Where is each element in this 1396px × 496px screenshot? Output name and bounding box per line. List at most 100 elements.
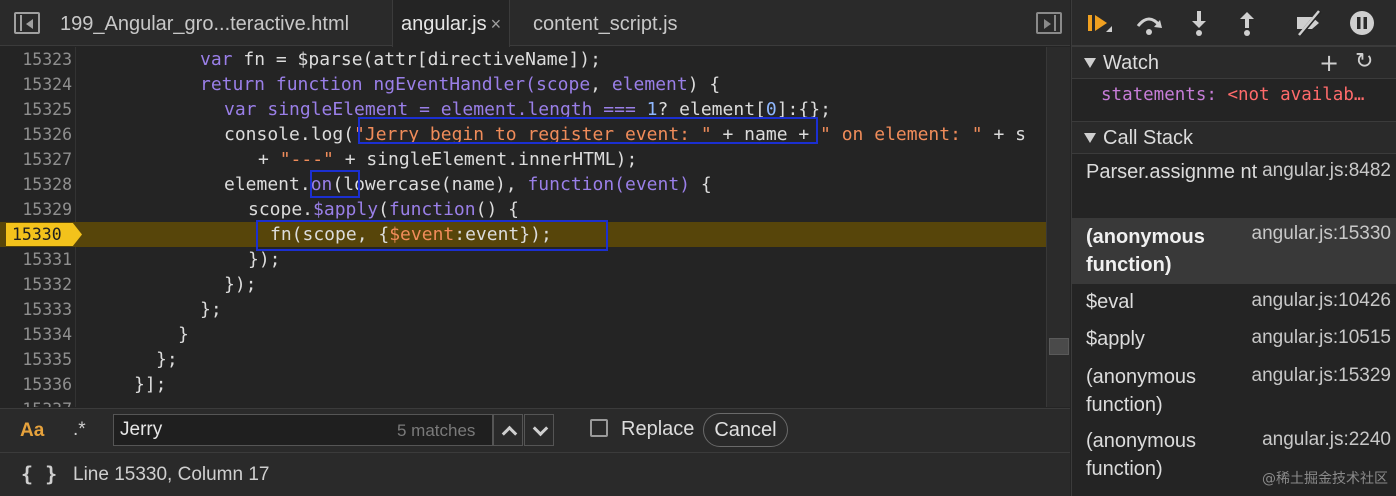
line-number[interactable]: 15329	[0, 197, 72, 222]
tab-content-script[interactable]: content_script.js	[533, 0, 678, 46]
keyword: return	[200, 74, 266, 95]
frame-location[interactable]: angular.js:15330	[1252, 223, 1391, 245]
frame-location[interactable]: angular.js:10515	[1252, 327, 1391, 349]
code-text: scope.	[248, 199, 314, 220]
frame-function: $eval	[1086, 291, 1134, 313]
frame-location[interactable]: angular.js:10426	[1252, 290, 1391, 312]
line-number[interactable]: 15327	[0, 147, 72, 172]
code-text: + s	[982, 124, 1026, 145]
code-text: });	[224, 274, 257, 295]
frame-function: (anonymous function)	[1086, 226, 1205, 276]
step-out-icon[interactable]	[1232, 8, 1262, 38]
pretty-print-icon[interactable]: { }	[21, 462, 57, 486]
step-into-icon[interactable]	[1184, 8, 1214, 38]
next-match-button[interactable]	[524, 414, 554, 446]
code-line: 15328 element.on(lowercase(name), functi…	[0, 172, 1046, 197]
code-line: 15333 };	[0, 297, 1046, 322]
close-icon[interactable]: ×	[491, 14, 502, 34]
expand-triangle-icon	[1084, 58, 1096, 68]
callstack-title: Call Stack	[1103, 127, 1194, 149]
line-number[interactable]: 15328	[0, 172, 72, 197]
annotation-box-jerry	[358, 117, 818, 144]
annotation-box-fn-call	[256, 220, 608, 251]
frame-location[interactable]: angular.js:2240	[1262, 429, 1391, 451]
frame-function: $apply	[1086, 328, 1145, 350]
toggle-debugger-icon[interactable]	[1036, 12, 1062, 34]
frame-function: Parser.assignme nt	[1086, 161, 1258, 183]
add-watch-icon[interactable]: +	[1319, 50, 1339, 76]
search-bar: Aa .* Jerry 5 matches Replace Cancel	[0, 408, 1070, 452]
callstack-frame[interactable]: Parser.assignme nt angular.js:8482	[1072, 155, 1396, 217]
watch-expression-value: <not availab…	[1227, 85, 1365, 105]
previous-match-button[interactable]	[493, 414, 523, 446]
replace-checkbox[interactable]	[590, 419, 608, 437]
keyword: var	[200, 49, 233, 70]
code-text: }];	[134, 374, 167, 395]
regex-toggle[interactable]: .*	[73, 419, 86, 441]
code-line: 15336 }];	[0, 372, 1046, 397]
line-number[interactable]: 15326	[0, 122, 72, 147]
line-number[interactable]: 15336	[0, 372, 72, 397]
code-text: };	[156, 349, 178, 370]
line-number[interactable]: 15335	[0, 347, 72, 372]
watch-title: Watch	[1103, 52, 1159, 74]
code-line: 15324 return function ngEventHandler(sco…	[0, 72, 1046, 97]
line-number[interactable]: 15333	[0, 297, 72, 322]
code-text: ) {	[687, 74, 721, 95]
pause-on-exceptions-icon[interactable]	[1347, 8, 1377, 38]
annotation-box-on	[310, 170, 360, 198]
tab-bar: 199_Angular_gro...teractive.html angular…	[0, 0, 1070, 47]
line-number[interactable]: 15332	[0, 272, 72, 297]
refresh-icon[interactable]: ↻	[1355, 49, 1373, 75]
line-number[interactable]: 15334	[0, 322, 72, 347]
keyword: function	[388, 199, 476, 220]
toggle-navigator-icon[interactable]	[14, 12, 40, 34]
line-number[interactable]: 15323	[0, 47, 72, 72]
vertical-scrollbar[interactable]	[1046, 47, 1070, 407]
code-text: {	[690, 174, 712, 195]
code-editor[interactable]: 15323 var fn = $parse(attr[directiveName…	[0, 47, 1070, 407]
deactivate-breakpoints-icon[interactable]	[1294, 8, 1324, 38]
frame-function: (anonymous function)	[1086, 430, 1197, 480]
breakpoint-marker[interactable]: 15330	[6, 223, 82, 246]
tab-label: 199_Angular_gro...teractive.html	[60, 13, 350, 35]
frame-location[interactable]: angular.js:8482	[1262, 160, 1391, 182]
step-over-icon[interactable]	[1134, 8, 1164, 38]
code-line: 15337	[0, 397, 1046, 407]
code-line: 15335 };	[0, 347, 1046, 372]
callstack-frame-selected[interactable]: (anonymous function) angular.js:15330	[1072, 218, 1396, 284]
code-text: +	[258, 149, 280, 170]
param: (event)	[614, 174, 691, 195]
cursor-position: Line 15330, Column 17	[73, 464, 270, 485]
code-text: (	[378, 199, 389, 220]
resume-icon[interactable]	[1084, 8, 1114, 38]
line-number[interactable]: 15324	[0, 72, 72, 97]
line-number[interactable]: 15325	[0, 97, 72, 122]
param: scope	[535, 74, 591, 95]
line-number[interactable]: 15331	[0, 247, 72, 272]
code-line: 15323 var fn = $parse(attr[directiveName…	[0, 47, 1046, 72]
debugger-toolbar	[1072, 0, 1396, 46]
cancel-button[interactable]: Cancel	[703, 413, 788, 447]
callstack-frame[interactable]: $apply angular.js:10515	[1072, 322, 1396, 358]
watch-section-header[interactable]: Watch + ↻	[1072, 46, 1396, 79]
code-text: }	[178, 324, 189, 345]
watch-expression[interactable]: statements: <not availab…	[1072, 80, 1396, 120]
watch-expression-name: statements:	[1101, 85, 1217, 105]
code-text: element.	[224, 174, 311, 195]
tab-label: angular.js	[401, 13, 487, 35]
callstack-frame[interactable]: $eval angular.js:10426	[1072, 285, 1396, 321]
code-text: };	[200, 299, 222, 320]
match-count: 5 matches	[397, 421, 476, 440]
scrollbar-thumb[interactable]	[1049, 338, 1069, 355]
code-line: 15334 }	[0, 322, 1046, 347]
code-line: 15327 + "---" + singleElement.innerHTML)…	[0, 147, 1046, 172]
code-line: 15329 scope.$apply(function() {	[0, 197, 1046, 222]
match-case-toggle[interactable]: Aa	[20, 420, 44, 442]
frame-location[interactable]: angular.js:15329	[1252, 365, 1391, 387]
callstack-frame[interactable]: (anonymous function) angular.js:15329	[1072, 360, 1396, 422]
line-number[interactable]: 15337	[0, 397, 72, 407]
tab-html-file[interactable]: 199_Angular_gro...teractive.html	[60, 0, 349, 46]
tab-angular-js[interactable]: angular.js ×	[392, 0, 511, 47]
callstack-section-header[interactable]: Call Stack	[1072, 121, 1396, 154]
